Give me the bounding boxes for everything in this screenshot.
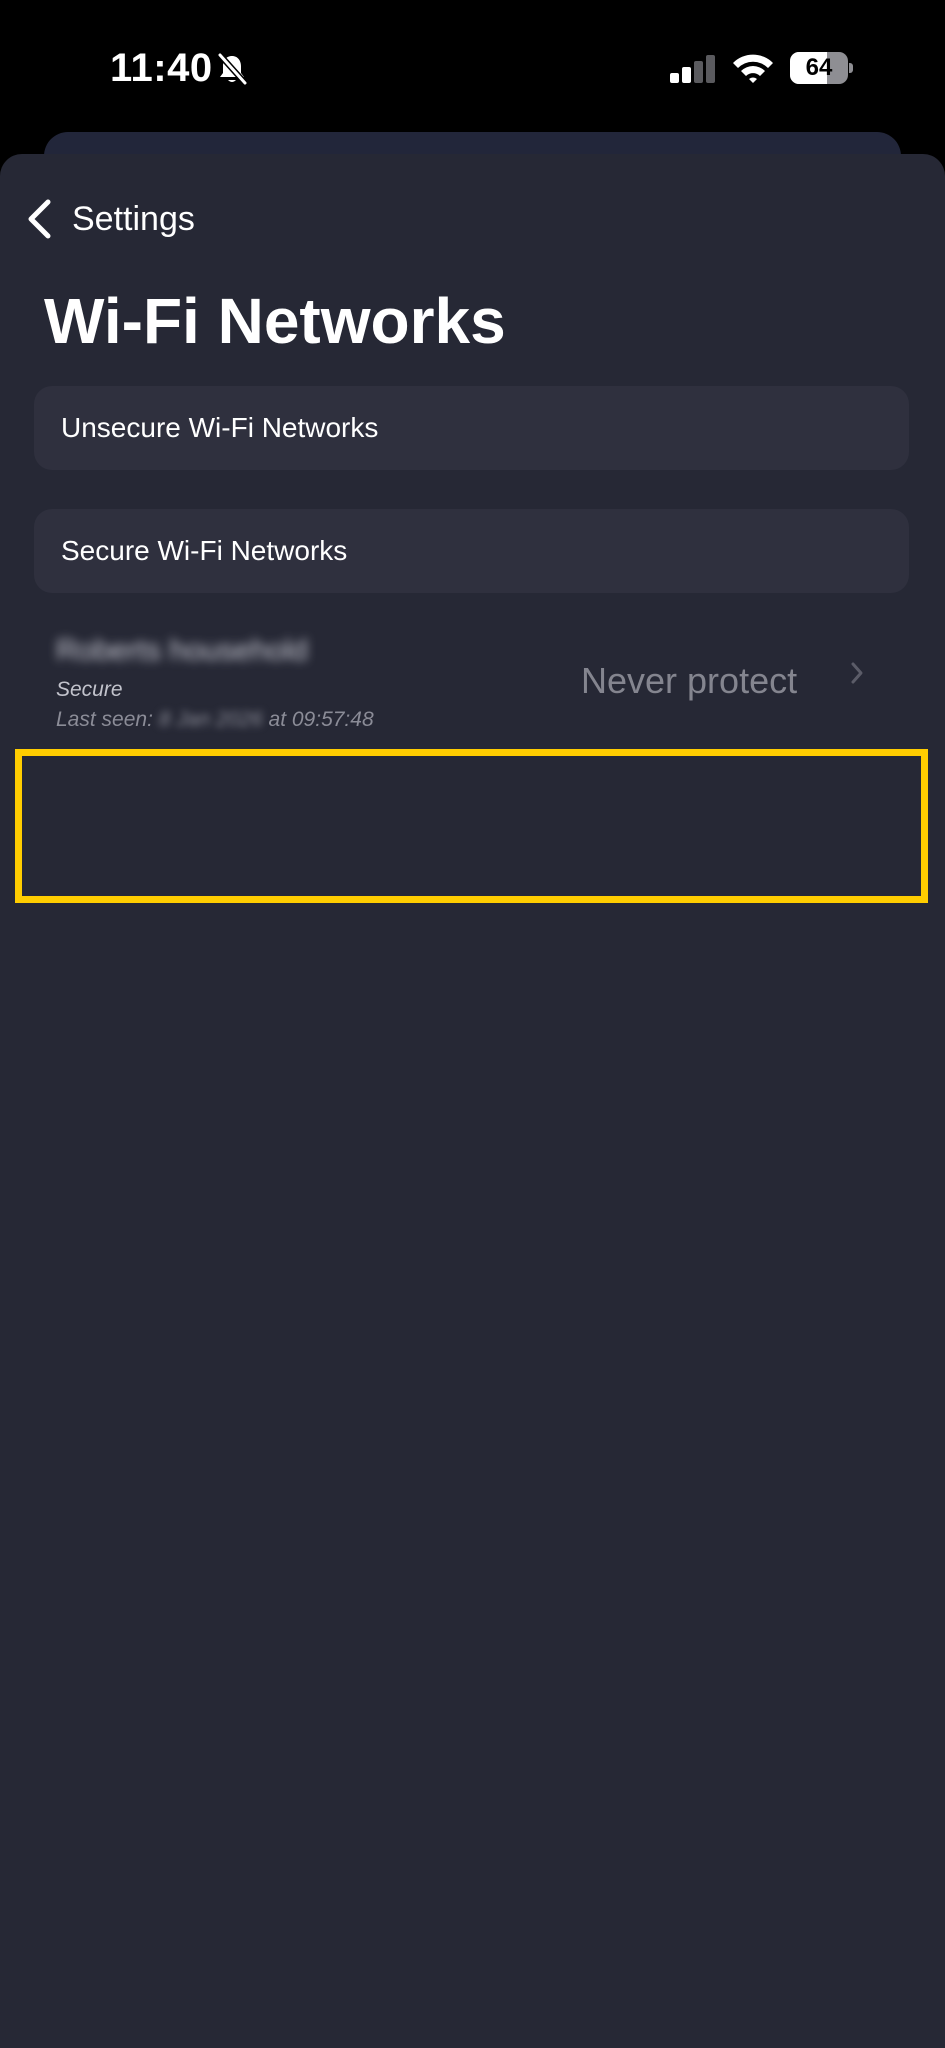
bell-slash-icon: [217, 53, 248, 85]
status-bar: 11:40 64: [0, 0, 945, 140]
back-button[interactable]: Settings: [26, 194, 195, 244]
unsecure-networks-row[interactable]: Unsecure Wi-Fi Networks: [34, 386, 909, 470]
secure-networks-row[interactable]: Secure Wi-Fi Networks: [34, 509, 909, 593]
last-seen-date: 8 Jan 2026: [158, 708, 263, 731]
battery-body: 64: [790, 52, 848, 84]
wifi-icon: [733, 54, 773, 83]
status-time: 11:40: [110, 46, 213, 90]
battery-level: 64: [805, 54, 833, 81]
cellular-signal-icon: [670, 55, 715, 83]
last-seen-prefix: Last seen:: [56, 708, 153, 731]
highlight-annotation-box: [15, 749, 928, 903]
last-seen-time: at 09:57:48: [268, 708, 374, 731]
page-title: Wi-Fi Networks: [44, 285, 506, 357]
battery-cap: [849, 63, 853, 73]
battery-indicator: 64: [790, 52, 853, 84]
network-name: Roberts household: [56, 634, 308, 667]
protection-setting: Never protect: [581, 660, 798, 701]
chevron-right-icon: [851, 662, 863, 684]
network-last-seen: Last seen: 8 Jan 2026 at 09:57:48: [56, 708, 374, 732]
network-security-status: Secure: [56, 678, 123, 701]
wifi-networks-sheet: Settings Wi-Fi Networks Unsecure Wi-Fi N…: [0, 154, 945, 2048]
back-label: Settings: [72, 199, 195, 238]
network-row[interactable]: Roberts household Secure Last seen: 8 Ja…: [40, 612, 905, 731]
chevron-left-icon: [28, 199, 51, 239]
